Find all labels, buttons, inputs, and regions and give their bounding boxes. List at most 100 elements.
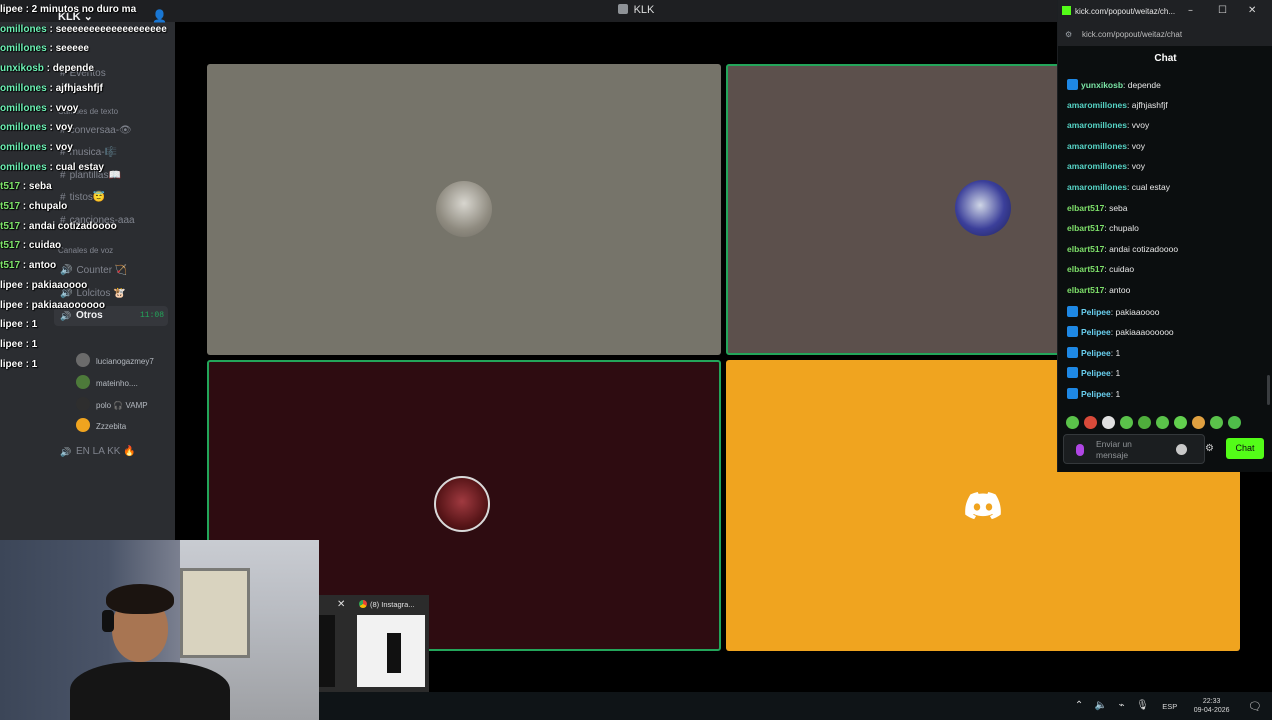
chat-username[interactable]: Pelipee bbox=[1081, 348, 1111, 358]
site-settings-icon[interactable]: ⚙ bbox=[1065, 30, 1072, 39]
close-icon[interactable]: ✕ bbox=[1248, 5, 1256, 16]
chat-username[interactable]: elbart517 bbox=[1067, 223, 1104, 233]
overlay-chat-user: t517 bbox=[0, 220, 21, 232]
chat-username[interactable]: Pelipee bbox=[1081, 368, 1111, 378]
chat-text: : pakiaaoooo bbox=[1110, 306, 1160, 317]
minimize-icon[interactable]: – bbox=[1188, 5, 1193, 16]
emote-icon[interactable] bbox=[1156, 416, 1169, 429]
voice-channel-en-la-kk[interactable]: EN LA KK 🔥 bbox=[76, 446, 136, 457]
chat-username[interactable]: Pelipee bbox=[1081, 327, 1111, 337]
overlay-chat-user: t517 bbox=[0, 260, 21, 272]
notifications-icon[interactable]: 🗨 bbox=[1248, 700, 1262, 713]
headset-icon bbox=[102, 610, 114, 632]
overlay-chat-user: lipee bbox=[0, 279, 23, 291]
overlay-chat-user: t517 bbox=[0, 240, 21, 252]
clock-date: 09-04-2026 bbox=[1193, 707, 1230, 714]
maximize-icon[interactable]: ☐ bbox=[1218, 5, 1227, 16]
language-indicator[interactable]: ESP bbox=[1162, 702, 1177, 711]
webcam-feed bbox=[0, 540, 319, 720]
chat-username[interactable]: amaromillones bbox=[1067, 120, 1127, 130]
chat-message: yunxikosb: depende bbox=[1067, 79, 1161, 90]
chat-scrollbar[interactable] bbox=[1267, 375, 1270, 405]
network-icon[interactable]: ⌁ bbox=[1119, 692, 1125, 720]
voice-member[interactable]: polo 🎧 VAMP bbox=[76, 397, 148, 411]
channel-label: conversaa-👁 bbox=[69, 125, 132, 136]
chat-message: amaromillones: voy bbox=[1067, 141, 1145, 151]
chat-username[interactable]: elbart517 bbox=[1067, 264, 1104, 274]
chat-username[interactable]: Pelipee bbox=[1081, 389, 1111, 399]
taskbar-preview[interactable]: ✕ (8) Instagra... bbox=[319, 595, 429, 692]
emote-icon[interactable] bbox=[1120, 416, 1133, 429]
chat-username[interactable]: elbart517 bbox=[1067, 203, 1104, 213]
preview-thumbnail-left[interactable] bbox=[319, 615, 335, 687]
chat-username[interactable]: amaromillones bbox=[1067, 161, 1127, 171]
close-icon[interactable]: ✕ bbox=[337, 599, 345, 610]
chat-message-input[interactable]: Enviar un mensaje bbox=[1063, 434, 1205, 464]
chat-username[interactable]: yunxikosb bbox=[1081, 80, 1123, 90]
overlay-chat-text: : antoo bbox=[20, 260, 57, 272]
voice-member[interactable]: mateinho.... bbox=[76, 375, 138, 389]
avatar bbox=[436, 181, 492, 237]
chat-text: : voy bbox=[1127, 140, 1145, 151]
overlay-chat-text: : pakiaaaoooooo bbox=[22, 299, 106, 311]
volume-icon[interactable]: 🔈 bbox=[1095, 692, 1107, 720]
chat-username[interactable]: amaromillones bbox=[1067, 182, 1127, 192]
chat-username[interactable]: amaromillones bbox=[1067, 141, 1127, 151]
add-member-icon[interactable]: 👤 bbox=[152, 10, 167, 22]
active-voice-time: 11:08 bbox=[140, 311, 165, 320]
preview-thumbnail[interactable] bbox=[357, 615, 425, 687]
chat-username[interactable]: elbart517 bbox=[1067, 285, 1104, 295]
chat-message: elbart517: antoo bbox=[1067, 285, 1130, 295]
overlay-chat-line: t517 : antoo bbox=[0, 260, 56, 271]
emote-icon[interactable] bbox=[1102, 416, 1115, 429]
voice-member-name: mateinho.... bbox=[96, 379, 138, 388]
emote-icon[interactable] bbox=[1066, 416, 1079, 429]
chat-message: Pelipee: 1 bbox=[1067, 346, 1121, 358]
chat-text: : andai cotizadoooo bbox=[1104, 243, 1179, 254]
emote-icon[interactable] bbox=[1174, 416, 1187, 429]
chat-username[interactable]: elbart517 bbox=[1067, 244, 1104, 254]
overlay-chat-line: lipee : 2 minutos no duro ma bbox=[0, 4, 136, 15]
emote-icon[interactable] bbox=[1084, 416, 1097, 429]
chat-text: : voy bbox=[1127, 161, 1145, 172]
chat-username[interactable]: amaromillones bbox=[1067, 100, 1127, 110]
channel-category[interactable]: Canales de voz bbox=[58, 246, 113, 255]
chat-message: Pelipee: 1 bbox=[1067, 388, 1120, 399]
badge-icon bbox=[1067, 305, 1078, 317]
channel-label: tistos😇 bbox=[69, 192, 106, 203]
chevron-up-icon[interactable]: ⌃ bbox=[1075, 692, 1083, 720]
gear-icon[interactable]: ⚙ bbox=[1205, 443, 1214, 454]
overlay-chat-text: : ajfhjashfjf bbox=[46, 82, 103, 94]
overlay-chat-text: : chupalo bbox=[20, 201, 68, 212]
voice-member-name: lucianogazmey7 bbox=[96, 357, 154, 366]
address-bar[interactable]: ⚙ kick.com/popout/weitaz/chat bbox=[1058, 24, 1272, 46]
emote-icon[interactable] bbox=[1138, 416, 1151, 429]
clock[interactable]: 22:33 09-04-2026 bbox=[1194, 697, 1230, 715]
avatar bbox=[955, 180, 1011, 236]
voice-member[interactable]: lucianogazmey7 bbox=[76, 353, 154, 367]
taskbar: ⌃ 🔈 ⌁ 🎙 ESP 22:33 09-04-2026 🗨 bbox=[319, 692, 1272, 720]
speaker-icon: 🔊 bbox=[60, 312, 72, 322]
avatar bbox=[76, 375, 90, 389]
chat-text: : vvoy bbox=[1127, 120, 1150, 131]
emote-icon[interactable] bbox=[1192, 416, 1205, 429]
microphone-icon[interactable] bbox=[1076, 444, 1084, 456]
overlay-chat-text: : andai cotizadoooo bbox=[20, 220, 117, 232]
chat-title: Chat bbox=[1154, 53, 1177, 64]
chat-message: elbart517: andai cotizadoooo bbox=[1067, 244, 1178, 254]
overlay-chat-line: t517 : cuidao bbox=[0, 240, 61, 251]
chat-username[interactable]: Pelipee bbox=[1081, 307, 1111, 317]
emoji-icon[interactable] bbox=[1176, 444, 1187, 455]
chrome-icon bbox=[359, 600, 367, 608]
chat-text: : seba bbox=[1104, 202, 1128, 213]
chat-text: : 1 bbox=[1110, 347, 1121, 358]
overlay-chat-text: : cuidao bbox=[20, 240, 62, 252]
overlay-chat-user: omillones bbox=[0, 102, 47, 114]
voice-channel[interactable]: 🔊 Counter 🏹 bbox=[60, 265, 127, 276]
voice-member[interactable]: Zzzebita bbox=[76, 418, 126, 432]
emote-icon[interactable] bbox=[1228, 416, 1241, 429]
overlay-chat-line: omillones : voy bbox=[0, 142, 73, 153]
emote-icon[interactable] bbox=[1210, 416, 1223, 429]
send-chat-button[interactable]: Chat bbox=[1226, 438, 1264, 459]
microphone-icon[interactable]: 🎙 bbox=[1136, 692, 1149, 720]
